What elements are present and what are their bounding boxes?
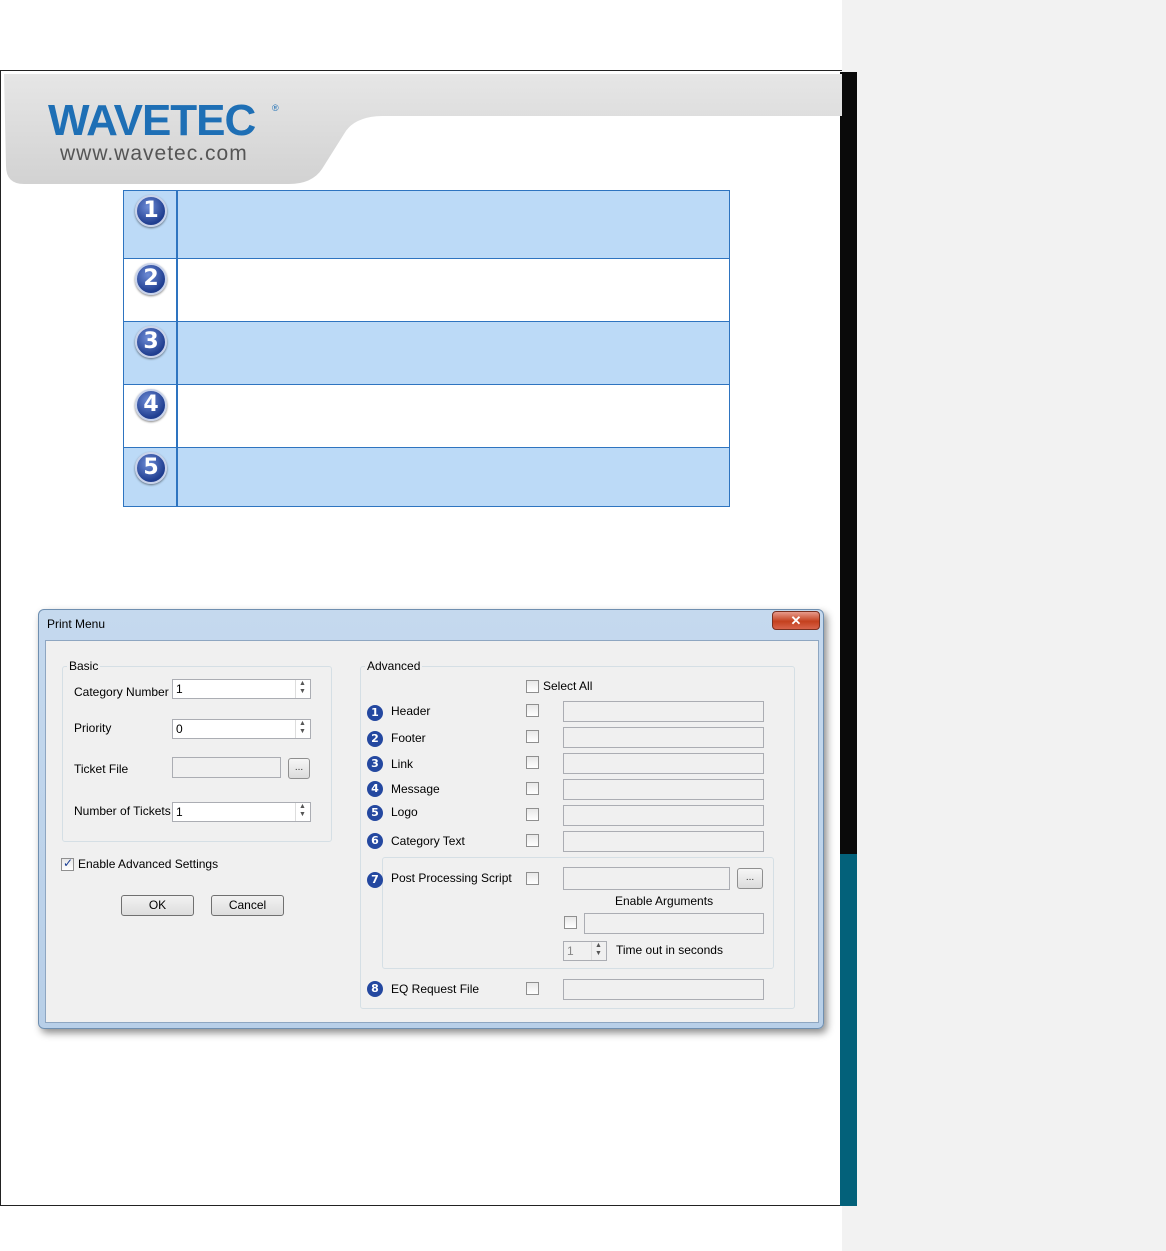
number-two-icon: 2 [135, 263, 167, 295]
registered-mark: ® [272, 103, 279, 113]
dialog-title: Print Menu [47, 617, 106, 631]
timeout-label: Time out in seconds [616, 943, 723, 957]
script-browse-button[interactable]: ... [737, 868, 763, 889]
eq-request-file-field[interactable] [563, 979, 764, 1000]
cancel-button[interactable]: Cancel [211, 895, 284, 916]
link-label: Link [391, 757, 414, 771]
post-processing-script-label: Post Processing Script [391, 871, 512, 885]
number-three-icon: 3 [367, 756, 383, 772]
side-margin-panel [842, 0, 1166, 1251]
header-label: Header [391, 704, 431, 718]
step-number-cell: 3 [124, 322, 178, 384]
timeout-value: 1 [567, 944, 574, 958]
number-six-icon: 6 [367, 833, 383, 849]
number-three-icon: 3 [135, 326, 167, 358]
header-checkbox[interactable] [526, 704, 539, 717]
basic-legend: Basic [67, 659, 101, 673]
step-number-cell: 1 [124, 191, 178, 258]
message-field[interactable] [563, 779, 764, 800]
enable-arguments-label: Enable Arguments [615, 894, 714, 908]
category-text-label: Category Text [391, 834, 465, 848]
page-edge-bar-dark [840, 72, 857, 854]
step-number-cell: 2 [124, 259, 178, 321]
select-all-label: Select All [543, 679, 593, 693]
print-menu-dialog: Print Menu ✕ Basic Category Number 1 ▲ ▼ … [38, 609, 824, 1029]
number-four-icon: 4 [367, 781, 383, 797]
number-of-tickets-label: Number of Tickets [74, 804, 171, 818]
company-logo: WAVETEC [48, 96, 256, 145]
footer-checkbox[interactable] [526, 730, 539, 743]
ok-button[interactable]: OK [121, 895, 194, 916]
header-field[interactable] [563, 701, 764, 722]
number-seven-icon: 7 [367, 872, 383, 888]
advanced-legend: Advanced [365, 659, 423, 673]
step-row: 1 [123, 190, 730, 259]
post-processing-script-checkbox[interactable] [526, 872, 539, 885]
message-label: Message [391, 782, 440, 796]
stepper-arrows[interactable]: ▲ ▼ [295, 720, 310, 738]
logo-label: Logo [391, 805, 418, 819]
number-of-tickets-stepper[interactable]: 1 ▲ ▼ [172, 802, 311, 822]
ticket-file-browse-button[interactable]: ... [288, 758, 310, 779]
ticket-file-label: Ticket File [74, 762, 129, 776]
post-processing-script-field[interactable] [563, 867, 730, 890]
logo-checkbox[interactable] [526, 808, 539, 821]
footer-label: Footer [391, 731, 426, 745]
step-number-cell: 4 [124, 385, 178, 447]
priority-value: 0 [176, 722, 183, 736]
dialog-client-area: Basic Category Number 1 ▲ ▼ Priority 0 ▲ ▼… [45, 640, 819, 1023]
number-two-icon: 2 [367, 731, 383, 747]
arguments-field[interactable] [584, 913, 764, 934]
step-row: 3 [123, 321, 730, 385]
enable-advanced-label: Enable Advanced Settings [78, 857, 219, 871]
enable-advanced-checkbox[interactable] [61, 856, 74, 871]
ticket-file-field[interactable] [172, 757, 281, 778]
stepper-arrows[interactable]: ▲ ▼ [295, 680, 310, 698]
link-field[interactable] [563, 753, 764, 774]
number-five-icon: 5 [135, 452, 167, 484]
stepper-arrows[interactable]: ▲ ▼ [591, 942, 606, 960]
company-url: www.wavetec.com [60, 142, 248, 165]
page-edge-bar-teal [840, 854, 857, 1206]
number-five-icon: 5 [367, 805, 383, 821]
steps-table: 1 2 3 4 5 [123, 190, 730, 507]
eq-request-file-label: EQ Request File [391, 982, 480, 996]
close-button[interactable]: ✕ [772, 611, 820, 630]
step-row: 4 [123, 384, 730, 448]
stepper-arrows[interactable]: ▲ ▼ [295, 803, 310, 821]
select-all-checkbox[interactable] [526, 680, 539, 693]
priority-stepper[interactable]: 0 ▲ ▼ [172, 719, 311, 739]
number-one-icon: 1 [135, 195, 167, 227]
logo-field[interactable] [563, 805, 764, 826]
step-row: 5 [123, 447, 730, 507]
number-eight-icon: 8 [367, 981, 383, 997]
number-four-icon: 4 [135, 389, 167, 421]
enable-arguments-checkbox[interactable] [564, 916, 577, 929]
category-text-checkbox[interactable] [526, 834, 539, 847]
category-number-label: Category Number [74, 685, 169, 699]
category-text-field[interactable] [563, 831, 764, 852]
number-one-icon: 1 [367, 705, 383, 721]
step-row: 2 [123, 258, 730, 322]
eq-request-file-checkbox[interactable] [526, 982, 539, 995]
category-number-stepper[interactable]: 1 ▲ ▼ [172, 679, 311, 699]
category-number-value: 1 [176, 682, 183, 696]
footer-field[interactable] [563, 727, 764, 748]
priority-label: Priority [74, 721, 112, 735]
message-checkbox[interactable] [526, 782, 539, 795]
number-of-tickets-value: 1 [176, 805, 183, 819]
step-number-cell: 5 [124, 448, 178, 506]
link-checkbox[interactable] [526, 756, 539, 769]
timeout-stepper[interactable]: 1 ▲ ▼ [563, 941, 607, 961]
